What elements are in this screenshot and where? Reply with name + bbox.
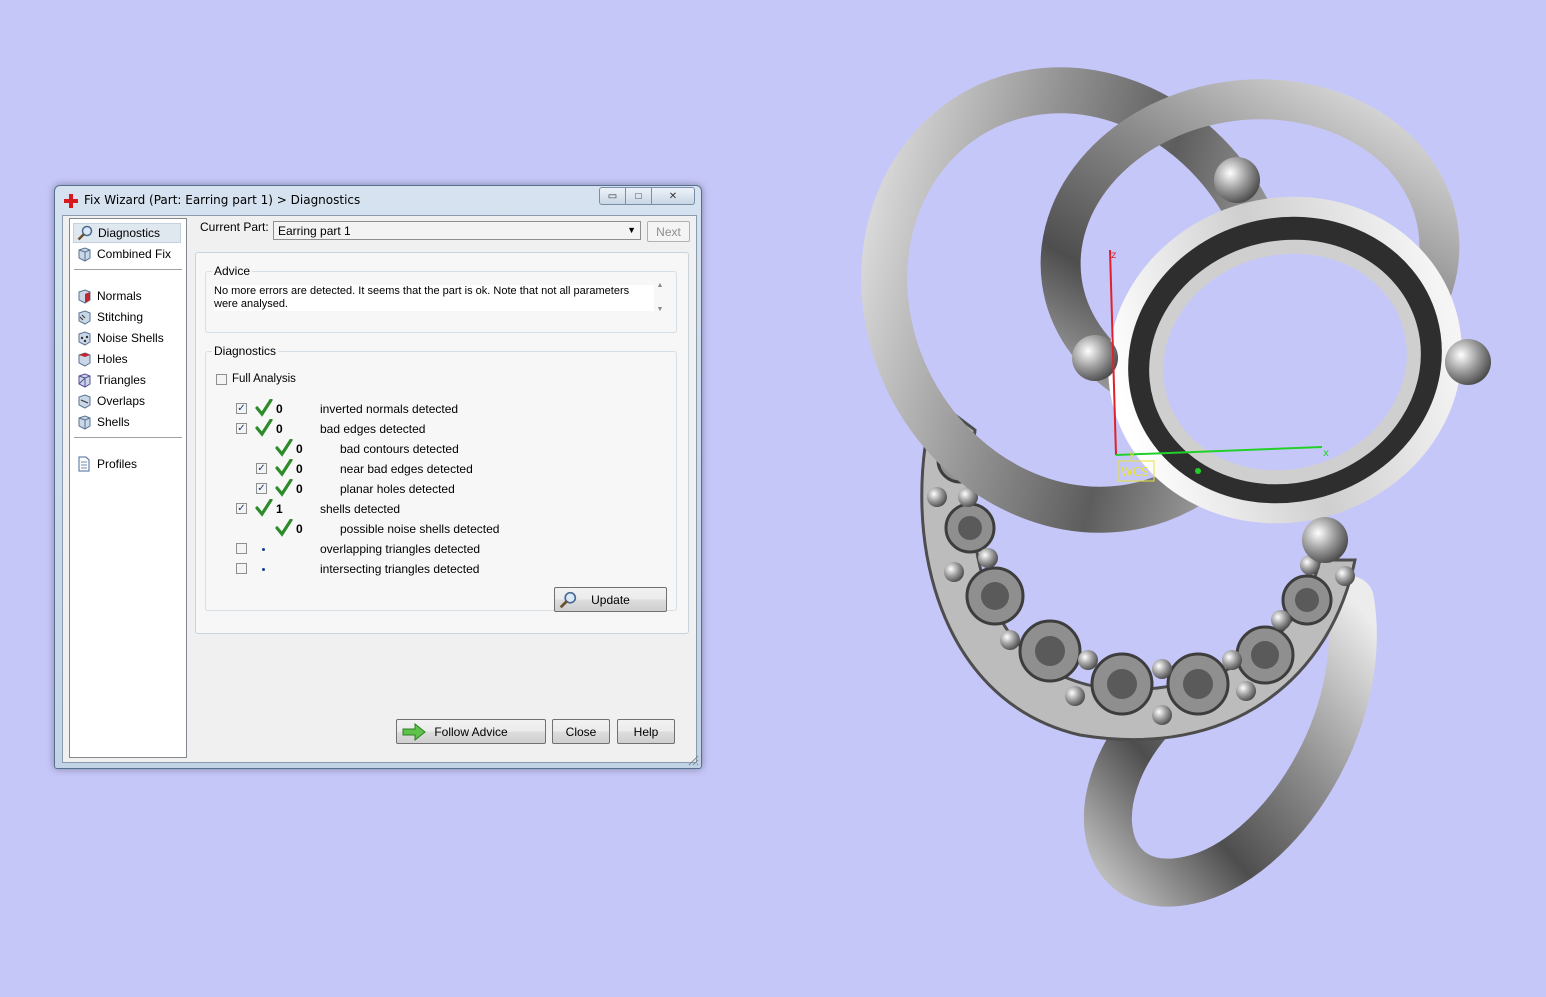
wcs-label: WCS	[1121, 465, 1149, 479]
advice-scrollbar[interactable]: ▲ ▼	[654, 280, 666, 320]
cube-icon	[78, 247, 91, 262]
chevron-down-icon: ▼	[627, 225, 636, 235]
intersecting-triangles-checkbox[interactable]	[236, 563, 247, 574]
holes-cube-icon	[78, 352, 91, 367]
next-button[interactable]: Next	[647, 221, 690, 242]
inverted-normals-label: inverted normals detected	[320, 402, 459, 416]
nav-item-triangles[interactable]: Triangles	[73, 370, 181, 390]
near-bad-edges-count: 0	[296, 462, 303, 476]
arrow-right-icon	[402, 723, 426, 741]
intersecting-triangles-label: intersecting triangles detected	[320, 562, 480, 576]
check-icon	[275, 459, 293, 477]
bad-edges-count: 0	[276, 422, 283, 436]
nav-item-diagnostics[interactable]: Diagnostics	[73, 223, 181, 243]
maximize-button[interactable]: □	[626, 187, 652, 205]
window-title: Fix Wizard (Part: Earring part 1) > Diag…	[84, 193, 361, 207]
advice-title: Advice	[212, 264, 253, 278]
axis-x-label: x	[1323, 448, 1329, 459]
stitching-cube-icon	[78, 310, 91, 325]
nav-item-shells[interactable]: Shells	[73, 412, 181, 432]
bad-edges-checkbox[interactable]: ✓	[236, 423, 247, 434]
nav-divider	[74, 437, 182, 438]
close-button[interactable]: Close	[552, 719, 610, 744]
current-part-label: Current Part:	[200, 220, 269, 234]
near-bad-edges-checkbox[interactable]: ✓	[256, 463, 267, 474]
triangles-cube-icon	[78, 373, 91, 388]
shells-label: shells detected	[320, 502, 401, 516]
shells-checkbox[interactable]: ✓	[236, 503, 247, 514]
document-icon	[78, 456, 90, 472]
follow-advice-button[interactable]: Follow Advice	[396, 719, 546, 744]
shells-count: 1	[276, 502, 283, 516]
nav-item-combined-fix[interactable]: Combined Fix	[73, 244, 181, 264]
magnifier-icon	[77, 225, 93, 241]
close-window-button[interactable]: ✕	[652, 187, 695, 205]
planar-holes-count: 0	[296, 482, 303, 496]
nav-item-noise-shells[interactable]: Noise Shells	[73, 328, 181, 348]
overlaps-cube-icon	[78, 394, 91, 409]
bad-contours-count: 0	[296, 442, 303, 456]
magnifier-icon	[559, 591, 577, 609]
full-analysis-checkbox[interactable]	[216, 374, 227, 385]
nav-item-overlaps[interactable]: Overlaps	[73, 391, 181, 411]
planar-holes-label: planar holes detected	[340, 482, 455, 496]
help-button[interactable]: Help	[617, 719, 675, 744]
not-analysed-dot-icon	[262, 568, 265, 571]
normals-cube-icon	[78, 289, 91, 304]
advice-group: No more errors are detected. It seems th…	[205, 271, 677, 333]
inverted-normals-count: 0	[276, 402, 283, 416]
current-part-select[interactable]: Earring part 1 ▼	[273, 221, 641, 240]
update-button[interactable]: Update	[554, 587, 667, 612]
fix-wizard-window: Fix Wizard (Part: Earring part 1) > Diag…	[54, 185, 702, 769]
check-icon	[275, 439, 293, 457]
noise-shells-label: possible noise shells detected	[340, 522, 500, 536]
bad-contours-label: bad contours detected	[340, 442, 459, 456]
fix-wizard-nav: Diagnostics Combined Fix Normals Stitchi…	[69, 218, 187, 758]
diagnostics-title: Diagnostics	[212, 344, 279, 358]
check-icon	[255, 499, 273, 517]
axis-y-label: y	[1129, 449, 1135, 460]
check-icon	[275, 519, 293, 537]
bad-edges-label: bad edges detected	[320, 422, 426, 436]
check-icon	[275, 479, 293, 497]
nav-divider	[74, 269, 182, 270]
check-icon	[255, 419, 273, 437]
axis-z-label: z	[1111, 250, 1116, 261]
shells-cube-icon	[78, 415, 91, 430]
nav-item-stitching[interactable]: Stitching	[73, 307, 181, 327]
window-client-area: Diagnostics Combined Fix Normals Stitchi…	[62, 215, 697, 763]
near-bad-edges-label: near bad edges detected	[340, 462, 473, 476]
advice-text: No more errors are detected. It seems th…	[214, 285, 654, 311]
nav-item-holes[interactable]: Holes	[73, 349, 181, 369]
nav-item-profiles[interactable]: Profiles	[73, 454, 181, 474]
full-analysis-label: Full Analysis	[232, 373, 296, 385]
planar-holes-checkbox[interactable]: ✓	[256, 483, 267, 494]
minimize-button[interactable]: ▭	[599, 187, 626, 205]
check-icon	[255, 399, 273, 417]
red-cross-icon	[64, 194, 78, 208]
resize-grip-icon[interactable]	[688, 755, 699, 766]
inverted-normals-checkbox[interactable]: ✓	[236, 403, 247, 414]
noise-shells-icon	[78, 331, 91, 346]
overlapping-triangles-checkbox[interactable]	[236, 543, 247, 554]
noise-shells-count: 0	[296, 522, 303, 536]
title-bar[interactable]: Fix Wizard (Part: Earring part 1) > Diag…	[55, 186, 701, 214]
not-analysed-dot-icon	[262, 548, 265, 551]
nav-item-normals[interactable]: Normals	[73, 286, 181, 306]
overlapping-triangles-label: overlapping triangles detected	[320, 542, 481, 556]
